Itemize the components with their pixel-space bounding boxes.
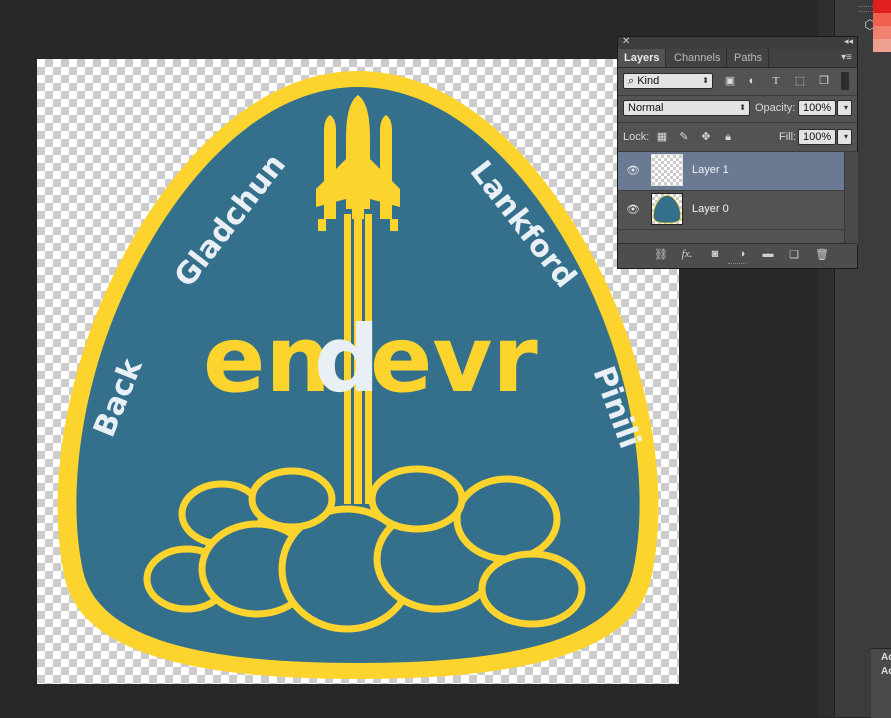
filter-row: ⌕ Kind ⬍ ▣ ◐ T ⬚ ❐	[618, 70, 857, 94]
updown-arrow-icon: ⬍	[739, 103, 746, 112]
panel-tabs: Layers Channels Paths ▾≡	[618, 49, 857, 68]
patch-thumbnail-icon	[652, 194, 682, 224]
search-icon: ⌕	[628, 75, 638, 87]
fill-input[interactable]: 100%	[798, 129, 836, 145]
layer-row-layer-1[interactable]: 👁︎ Layer 1	[618, 152, 844, 191]
layer-thumbnail	[651, 193, 683, 225]
tab-paths[interactable]: Paths	[728, 49, 770, 67]
mission-patch-artwork: Gladchun Back Lankford Pinili en d evr	[57, 71, 659, 679]
color-swatches[interactable]	[873, 0, 891, 52]
adjustment-filter-icon[interactable]: ◐	[745, 74, 759, 88]
document-canvas[interactable]: Gladchun Back Lankford Pinili en d evr	[37, 59, 679, 684]
blend-row: Normal ⬍ Opacity: 100% ▾	[618, 96, 857, 120]
filter-kind-value: Kind	[637, 75, 660, 87]
adjustment-layer-icon[interactable]: ◑	[734, 248, 750, 262]
layers-scrollbar[interactable]	[844, 152, 858, 245]
brand-part-1: en	[203, 306, 331, 413]
collapse-icon[interactable]: ◂◂	[844, 36, 853, 47]
dock-bottom-panel[interactable]: Ad Ad	[871, 648, 891, 718]
resize-grip[interactable]	[728, 263, 746, 267]
tab-channels[interactable]: Channels	[668, 49, 728, 67]
tab-layers[interactable]: Layers	[618, 49, 667, 67]
swatch-3[interactable]	[873, 26, 891, 39]
swatch-1[interactable]	[873, 0, 891, 13]
layers-panel[interactable]: ✕ ◂◂ Layers Channels Paths ▾≡ ⌕ Kind ⬍ ▣…	[617, 36, 858, 269]
panel-titlebar[interactable]: ✕ ◂◂	[618, 36, 857, 49]
opacity-dropdown[interactable]: ▾	[837, 100, 852, 116]
fill-dropdown[interactable]: ▾	[837, 129, 852, 145]
close-icon[interactable]: ✕	[622, 36, 630, 47]
chevron-down-icon: ▾	[843, 132, 848, 141]
lock-all-icon[interactable]: 🔒︎	[721, 130, 735, 144]
fill-label: Fill:	[779, 131, 797, 143]
visibility-eye-icon[interactable]: 👁︎	[626, 164, 640, 177]
opacity-value: 100%	[803, 102, 832, 114]
filter-toggle-switch[interactable]	[841, 72, 849, 90]
visibility-eye-icon[interactable]: 👁︎	[626, 203, 640, 216]
filter-kind-select[interactable]: ⌕ Kind ⬍	[623, 73, 713, 89]
new-group-icon[interactable]: ▬	[760, 248, 776, 262]
link-layers-icon[interactable]: ⛓	[653, 248, 669, 262]
shape-filter-icon[interactable]: ⬚	[793, 74, 807, 88]
lock-row: Lock: ▦ ✎ ✥ 🔒︎ Fill: 100% ▾	[618, 123, 857, 151]
dock-bottom-label-2: Ad	[881, 666, 891, 677]
type-filter-icon[interactable]: T	[769, 74, 783, 88]
swatch-4[interactable]	[873, 39, 891, 52]
add-mask-icon[interactable]: ◙	[707, 248, 723, 262]
lock-paint-icon[interactable]: ✎	[677, 130, 691, 144]
layer-row-layer-0[interactable]: 👁︎ Layer 0	[618, 191, 844, 230]
panel-footer: ⛓ fx. ◙ ◑ ▬ ❏ 🗑︎	[618, 243, 857, 268]
fill-value: 100%	[803, 131, 832, 143]
panel-menu-icon[interactable]: ▾≡	[841, 52, 852, 63]
brand-wordmark: en d evr	[203, 306, 538, 413]
layer-name[interactable]: Layer 0	[692, 203, 729, 215]
blend-mode-select[interactable]: Normal ⬍	[623, 100, 750, 116]
new-layer-icon[interactable]: ❏	[786, 248, 802, 262]
swatch-2[interactable]	[873, 13, 891, 26]
smart-object-filter-icon[interactable]: ❐	[817, 74, 831, 88]
fx-icon[interactable]: fx.	[679, 248, 695, 262]
updown-arrow-icon: ⬍	[702, 76, 709, 85]
delete-layer-icon[interactable]: 🗑︎	[814, 248, 830, 262]
chevron-down-icon: ▾	[843, 103, 848, 112]
image-filter-icon[interactable]: ▣	[723, 74, 737, 88]
lock-label: Lock:	[623, 131, 650, 143]
dock-bottom-label-1: Ad	[881, 652, 891, 663]
layer-name[interactable]: Layer 1	[692, 164, 729, 176]
blend-mode-value: Normal	[628, 102, 664, 114]
lock-move-icon[interactable]: ✥	[699, 130, 713, 144]
opacity-input[interactable]: 100%	[798, 100, 836, 116]
lock-transparent-icon[interactable]: ▦	[655, 130, 669, 144]
layer-thumbnail	[651, 154, 683, 186]
brand-part-3: evr	[370, 306, 538, 413]
opacity-label: Opacity:	[755, 102, 796, 114]
